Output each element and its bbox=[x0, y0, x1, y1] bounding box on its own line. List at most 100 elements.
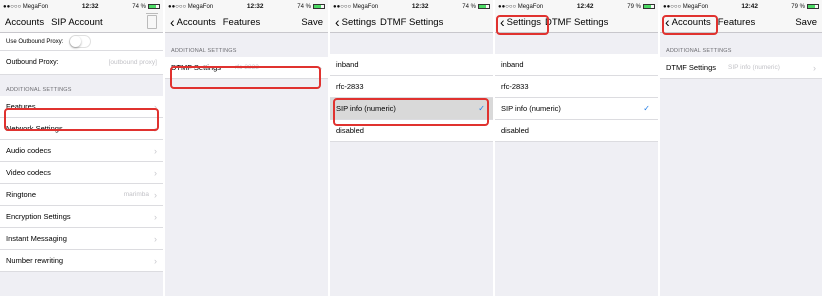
list-item-label: Video codecs bbox=[6, 168, 51, 177]
option-disabled[interactable]: disabled bbox=[330, 120, 493, 142]
outbound-proxy-label: Outbound Proxy: bbox=[6, 59, 59, 66]
list-item-encryption-settings[interactable]: Encryption Settings › bbox=[0, 206, 163, 228]
panel-sip-account: ●●○○○ MegaFon 12:32 74 % Accounts SIP Ac… bbox=[0, 0, 165, 296]
option-label: inband bbox=[336, 60, 359, 69]
list-item-number-rewriting[interactable]: Number rewriting › bbox=[0, 250, 163, 272]
status-bar: ●●○○○ MegaFon 12:32 74 % bbox=[165, 0, 328, 13]
chevron-left-icon: ‹ bbox=[500, 13, 505, 30]
nav-bar: ‹ Accounts Features Save bbox=[165, 13, 328, 33]
panel-dtmf-settings-after: ●●○○○ MegaFon 12:42 79 % ‹ Settings DTMF… bbox=[495, 0, 660, 296]
option-rfc-2833[interactable]: rfc-2833 bbox=[330, 76, 493, 98]
option-inband[interactable]: inband bbox=[495, 54, 658, 76]
use-outbound-proxy-row: Use Outbound Proxy: bbox=[0, 33, 163, 51]
battery-label: 74 % bbox=[132, 3, 146, 10]
additional-settings-group: Features › Network Settings › Audio code… bbox=[0, 96, 163, 272]
chevron-left-icon: ‹ bbox=[170, 13, 175, 30]
battery-label: 79 % bbox=[791, 3, 805, 10]
chevron-right-icon: › bbox=[154, 211, 157, 222]
list-item-audio-codecs[interactable]: Audio codecs › bbox=[0, 140, 163, 162]
dtmf-options-group: inband rfc-2833 SIP info (numeric) ✓ dis… bbox=[495, 54, 658, 142]
back-label: Accounts bbox=[176, 17, 216, 28]
battery-icon bbox=[477, 4, 490, 9]
clock-label: 12:42 bbox=[576, 3, 594, 10]
option-sip-info-numeric[interactable]: SIP info (numeric) ✓ bbox=[330, 98, 493, 120]
outbound-proxy-row[interactable]: Outbound Proxy: [outbound proxy] bbox=[0, 51, 163, 75]
list-item-label: Number rewriting bbox=[6, 256, 64, 265]
list-item-label: Audio codecs bbox=[6, 146, 52, 155]
back-label: Settings bbox=[341, 17, 376, 28]
status-right: 79 % bbox=[627, 4, 655, 10]
section-header: ADDITIONAL SETTINGS bbox=[171, 48, 237, 54]
list-item-label: Instant Messaging bbox=[6, 234, 67, 243]
option-rfc-2833[interactable]: rfc-2833 bbox=[495, 76, 658, 98]
list-item-network-settings[interactable]: Network Settings › bbox=[0, 118, 163, 140]
chevron-right-icon: › bbox=[154, 255, 157, 266]
battery-icon bbox=[806, 4, 819, 9]
option-label: disabled bbox=[336, 126, 364, 135]
back-label: Accounts bbox=[671, 17, 711, 28]
list-item-dtmf-settings[interactable]: DTMF Settings rfc-2833 › bbox=[165, 57, 328, 79]
list-item-instant-messaging[interactable]: Instant Messaging › bbox=[0, 228, 163, 250]
chevron-left-icon: ‹ bbox=[665, 13, 670, 30]
save-button[interactable]: Save bbox=[795, 17, 817, 28]
battery-label: 74 % bbox=[462, 3, 476, 10]
status-bar: ●●○○○ MegaFon 12:42 79 % bbox=[660, 0, 822, 13]
additional-settings-group: DTMF Settings SIP info (numeric) › bbox=[660, 57, 822, 79]
nav-bar: ‹ Accounts Features Save bbox=[660, 13, 822, 33]
list-item-video-codecs[interactable]: Video codecs › bbox=[0, 162, 163, 184]
option-inband[interactable]: inband bbox=[330, 54, 493, 76]
option-label: rfc-2833 bbox=[501, 82, 529, 91]
battery-label: 79 % bbox=[627, 3, 641, 10]
carrier-label: ●●○○○ MegaFon bbox=[333, 3, 379, 10]
list-item-label: Features bbox=[6, 102, 36, 111]
chevron-right-icon: › bbox=[813, 62, 816, 73]
clock-label: 12:32 bbox=[246, 3, 264, 10]
chevron-right-icon: › bbox=[319, 62, 322, 73]
option-label: rfc-2833 bbox=[336, 82, 364, 91]
list-item-label: DTMF Settings bbox=[666, 63, 717, 72]
list-item-dtmf-settings[interactable]: DTMF Settings SIP info (numeric) › bbox=[660, 57, 822, 79]
back-button[interactable]: ‹ Accounts bbox=[170, 13, 216, 30]
back-button[interactable]: ‹ Settings bbox=[500, 13, 541, 30]
list-item-label: Network Settings bbox=[6, 124, 63, 133]
ringtone-value: marimba bbox=[123, 191, 149, 198]
back-button[interactable]: ‹ Settings bbox=[335, 15, 376, 29]
carrier-label: ●●○○○ MegaFon bbox=[3, 3, 49, 10]
section-header: ADDITIONAL SETTINGS bbox=[6, 87, 72, 93]
option-label: disabled bbox=[501, 126, 529, 135]
back-button[interactable]: ‹ Accounts bbox=[665, 13, 711, 30]
nav-bar: ‹ Settings DTMF Settings bbox=[330, 13, 493, 33]
page-title: DTMF Settings bbox=[545, 17, 609, 28]
list-item-ringtone[interactable]: Ringtone marimba › bbox=[0, 184, 163, 206]
carrier-label: ●●○○○ MegaFon bbox=[663, 3, 709, 10]
proxy-group: Use Outbound Proxy: Outbound Proxy: [out… bbox=[0, 33, 163, 75]
option-disabled[interactable]: disabled bbox=[495, 120, 658, 142]
battery-icon bbox=[147, 4, 160, 9]
save-button[interactable]: Save bbox=[301, 17, 323, 28]
chevron-right-icon: › bbox=[154, 123, 157, 134]
trash-icon[interactable] bbox=[146, 13, 158, 29]
checkmark-icon: ✓ bbox=[478, 104, 485, 113]
additional-settings-group: DTMF Settings rfc-2833 › bbox=[165, 57, 328, 79]
battery-icon bbox=[642, 4, 655, 9]
chevron-right-icon: › bbox=[154, 145, 157, 156]
page-title: Features bbox=[717, 17, 756, 28]
use-outbound-proxy-label: Use Outbound Proxy: bbox=[6, 38, 64, 45]
outbound-proxy-toggle[interactable] bbox=[69, 35, 92, 48]
panel-features-after: ●●○○○ MegaFon 12:42 79 % ‹ Accounts Feat… bbox=[660, 0, 822, 296]
status-bar: ●●○○○ MegaFon 12:32 74 % bbox=[330, 0, 493, 13]
nav-bar: ‹ Settings DTMF Settings bbox=[495, 13, 658, 33]
list-item-label: DTMF Settings bbox=[171, 63, 222, 72]
option-sip-info-numeric[interactable]: SIP info (numeric) ✓ bbox=[495, 98, 658, 120]
list-item-features[interactable]: Features › bbox=[0, 96, 163, 118]
outbound-proxy-input[interactable]: [outbound proxy] bbox=[109, 59, 157, 66]
battery-label: 74 % bbox=[297, 3, 311, 10]
back-button[interactable]: Accounts bbox=[5, 17, 44, 28]
status-bar: ●●○○○ MegaFon 12:32 74 % bbox=[0, 0, 163, 13]
chevron-right-icon: › bbox=[154, 233, 157, 244]
page-title: SIP Account bbox=[51, 17, 103, 28]
carrier-label: ●●○○○ MegaFon bbox=[168, 3, 214, 10]
